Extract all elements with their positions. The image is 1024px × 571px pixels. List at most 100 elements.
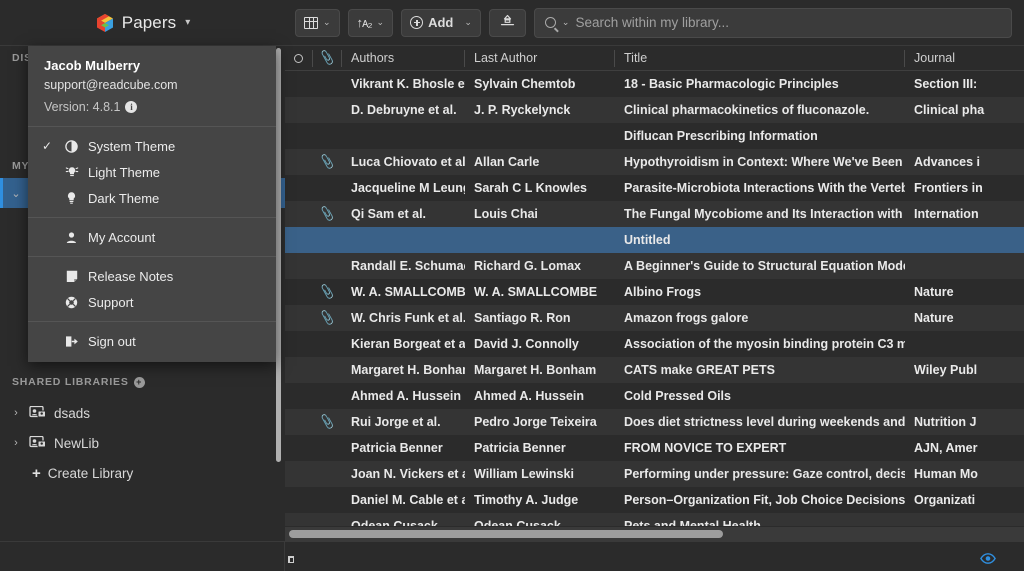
menu-item-release-notes[interactable]: Release Notes <box>28 263 276 289</box>
import-icon <box>500 14 515 31</box>
menu-item-my-account[interactable]: My Account <box>28 224 276 250</box>
menu-item-support[interactable]: Support <box>28 289 276 315</box>
search-input[interactable] <box>575 15 1001 30</box>
shared-library-icon <box>29 436 47 450</box>
row-journal <box>905 123 1024 149</box>
plus-circle-icon[interactable]: + <box>134 377 145 388</box>
row-read-status[interactable] <box>285 305 313 331</box>
circle-icon <box>294 54 303 63</box>
table-row[interactable]: Ahmed A. HusseinAhmed A. HusseinCold Pre… <box>285 383 1024 409</box>
table-row[interactable]: 📎Luca Chiovato et al.Allan CarleHypothyr… <box>285 149 1024 175</box>
row-read-status[interactable] <box>285 175 313 201</box>
view-mode-button[interactable]: ⌄ <box>295 9 340 37</box>
column-header-last-author[interactable]: Last Author <box>465 50 615 67</box>
table-row[interactable]: Daniel M. Cable et al.Timothy A. JudgePe… <box>285 487 1024 513</box>
table-row[interactable]: Jacqueline M Leung et …Sarah C L Knowles… <box>285 175 1024 201</box>
column-header-authors[interactable]: Authors <box>342 50 465 67</box>
paperclip-icon: 📎 <box>318 50 336 67</box>
table-row[interactable]: Joan N. Vickers et al.William LewinskiPe… <box>285 461 1024 487</box>
row-attachment-icon <box>313 331 342 357</box>
row-read-status[interactable] <box>285 513 313 526</box>
row-read-status[interactable] <box>285 461 313 487</box>
search-bar[interactable]: ⌄ <box>534 8 1012 38</box>
chevron-down-icon: ⌄ <box>464 17 472 28</box>
row-authors: Margaret H. Bonham <box>342 357 465 383</box>
sort-button[interactable]: ↑ᴀ₂ ⌄ <box>348 9 394 37</box>
chevron-right-icon[interactable]: › <box>10 437 22 449</box>
row-journal: Frontiers in <box>905 175 1024 201</box>
info-icon[interactable]: i <box>125 101 137 113</box>
row-title: Amazon frogs galore <box>615 305 905 331</box>
menu-item-system-theme[interactable]: ✓ System Theme <box>28 133 276 159</box>
row-read-status[interactable] <box>285 227 313 253</box>
row-read-status[interactable] <box>285 383 313 409</box>
row-title: Pets and Mental Health <box>615 513 905 526</box>
sidebar-item-create-library[interactable]: + Create Library <box>0 458 285 488</box>
row-attachment-icon: 📎 <box>313 305 342 331</box>
sidebar-scrollbar[interactable] <box>276 48 281 462</box>
row-read-status[interactable] <box>285 487 313 513</box>
chevron-down-icon[interactable]: ⌄ <box>10 187 22 200</box>
chevron-down-icon[interactable]: ▾ <box>185 17 190 28</box>
row-read-status[interactable] <box>285 435 313 461</box>
row-attachment-icon <box>313 513 342 526</box>
shared-libraries-label: SHARED LIBRARIES <box>12 376 129 388</box>
row-read-status[interactable] <box>285 149 313 175</box>
sidebar-item-library-dsads[interactable]: › dsads <box>0 398 285 428</box>
column-header-attachment[interactable]: 📎 <box>313 50 342 67</box>
import-button[interactable] <box>489 9 526 37</box>
paperclip-icon: 📎 <box>319 414 337 431</box>
menu-item-dark-theme[interactable]: Dark Theme <box>28 185 276 211</box>
row-read-status[interactable] <box>285 409 313 435</box>
menu-item-label: System Theme <box>88 139 175 154</box>
table-horizontal-scrollbar[interactable] <box>285 527 1024 541</box>
row-title: Performing under pressure: Gaze control,… <box>615 461 905 487</box>
table-row[interactable]: Untitled <box>285 227 1024 253</box>
row-read-status[interactable] <box>285 201 313 227</box>
scrollbar-thumb[interactable] <box>289 530 723 538</box>
status-bar <box>0 541 1024 571</box>
table-row[interactable]: Patricia BennerPatricia BennerFROM NOVIC… <box>285 435 1024 461</box>
column-header-journal[interactable]: Journal <box>905 50 1024 67</box>
add-button[interactable]: Add ⌄ <box>401 9 481 37</box>
row-read-status[interactable] <box>285 123 313 149</box>
row-authors: Vikrant K. Bhosle et al. <box>342 71 465 97</box>
check-icon: ✓ <box>42 139 55 153</box>
row-attachment-icon <box>313 383 342 409</box>
table-row[interactable]: Vikrant K. Bhosle et al.Sylvain Chemtob1… <box>285 71 1024 97</box>
table-row[interactable]: Randall E. Schumacker …Richard G. LomaxA… <box>285 253 1024 279</box>
menu-item-sign-out[interactable]: Sign out <box>28 328 276 354</box>
table-row[interactable]: D. Debruyne et al.J. P. RyckelynckClinic… <box>285 97 1024 123</box>
table-row[interactable]: Diflucan Prescribing Information <box>285 123 1024 149</box>
table-row[interactable]: Kieran Borgeat et al.David J. ConnollyAs… <box>285 331 1024 357</box>
row-read-status[interactable] <box>285 253 313 279</box>
table-row[interactable]: 📎W. A. SMALLCOMBEW. A. SMALLCOMBEAlbino … <box>285 279 1024 305</box>
table-row[interactable]: Margaret H. BonhamMargaret H. BonhamCATS… <box>285 357 1024 383</box>
table-row[interactable]: 📎Rui Jorge et al.Pedro Jorge TeixeiraDoe… <box>285 409 1024 435</box>
row-journal <box>905 227 1024 253</box>
row-last-author: Santiago R. Ron <box>465 305 615 331</box>
row-read-status[interactable] <box>285 97 313 123</box>
row-read-status[interactable] <box>285 279 313 305</box>
paperclip-icon: 📎 <box>319 284 337 301</box>
row-last-author: J. P. Ryckelynck <box>465 97 615 123</box>
row-attachment-icon: 📎 <box>313 201 342 227</box>
chevron-down-icon[interactable]: ⌄ <box>562 17 570 28</box>
table-row[interactable]: 📎Qi Sam et al.Louis ChaiThe Fungal Mycob… <box>285 201 1024 227</box>
sidebar-item-library-newlib[interactable]: › NewLib <box>0 428 285 458</box>
column-header-title[interactable]: Title <box>615 50 905 67</box>
column-header-read-status[interactable] <box>285 50 313 67</box>
row-read-status[interactable] <box>285 71 313 97</box>
grid-view-icon <box>304 17 318 29</box>
table-row[interactable]: 📎W. Chris Funk et al.Santiago R. RonAmaz… <box>285 305 1024 331</box>
eye-icon[interactable] <box>980 551 996 562</box>
half-circle-icon <box>63 140 80 153</box>
menu-item-light-theme[interactable]: Light Theme <box>28 159 276 185</box>
app-brand-button[interactable]: Papers ▾ <box>95 13 191 33</box>
row-read-status[interactable] <box>285 357 313 383</box>
row-read-status[interactable] <box>285 331 313 357</box>
table-row[interactable]: Odean CusackOdean CusackPets and Mental … <box>285 513 1024 526</box>
paperclip-icon: 📎 <box>319 206 337 223</box>
chevron-right-icon[interactable]: › <box>10 407 22 419</box>
row-title: Person–Organization Fit, Job Choice Deci… <box>615 487 905 513</box>
